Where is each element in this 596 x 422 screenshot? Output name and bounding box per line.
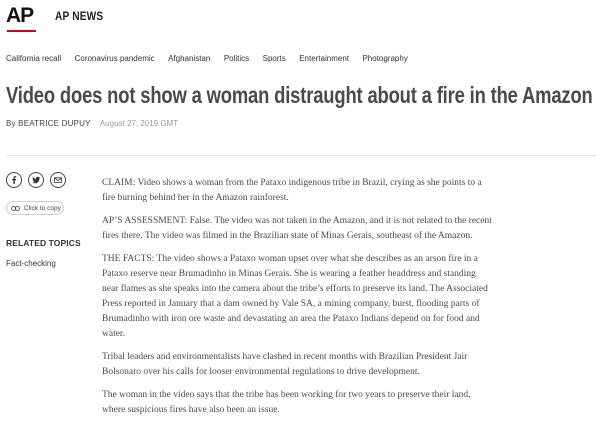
byline: By BEATRICE DUPUY August 27, 2019 GMT bbox=[6, 119, 178, 128]
publish-date: August 27, 2019 GMT bbox=[99, 119, 179, 128]
nav-item-politics[interactable]: Politics bbox=[224, 54, 249, 63]
nav-item-california-recall[interactable]: California recall bbox=[6, 54, 61, 63]
logo-accent-bar bbox=[7, 30, 36, 32]
top-nav: California recall Coronavirus pandemic A… bbox=[6, 48, 417, 63]
nav-item-coronavirus-pandemic[interactable]: Coronavirus pandemic bbox=[75, 54, 155, 63]
site-name[interactable]: AP NEWS bbox=[55, 11, 103, 23]
facebook-share-button[interactable] bbox=[6, 172, 22, 188]
site-header: AP AP NEWS bbox=[0, 0, 596, 42]
nav-item-entertainment[interactable]: Entertainment bbox=[299, 54, 349, 63]
facebook-icon bbox=[12, 176, 17, 184]
copy-link-button[interactable]: Click to copy bbox=[6, 201, 64, 215]
twitter-share-button[interactable] bbox=[28, 172, 44, 188]
paragraph-claim: CLAIM: Video shows a woman from the Pata… bbox=[102, 178, 482, 203]
related-topics-heading: RELATED TOPICS bbox=[6, 238, 81, 248]
link-icon bbox=[11, 205, 20, 211]
email-icon bbox=[54, 177, 62, 183]
nav-item-sports[interactable]: Sports bbox=[263, 54, 286, 63]
email-share-button[interactable] bbox=[50, 172, 66, 188]
article-body: CLAIM: Video shows a woman from the Pata… bbox=[102, 176, 494, 422]
article-title: Video does not show a woman distraught a… bbox=[6, 82, 593, 108]
ap-logo[interactable]: AP bbox=[6, 4, 34, 28]
paragraph-assessment: AP’S ASSESSMENT: False. The video was no… bbox=[102, 216, 492, 241]
paragraph-facts: THE FACTS: The video shows a Pataxo woma… bbox=[102, 254, 488, 339]
paragraph-tribal-leaders: Tribal leaders and environmentalists hav… bbox=[102, 352, 468, 377]
author-name[interactable]: By BEATRICE DUPUY bbox=[6, 119, 91, 128]
nav-item-afghanistan[interactable]: Afghanistan bbox=[168, 54, 210, 63]
header-divider bbox=[6, 155, 596, 156]
related-topic-fact-checking[interactable]: Fact-checking bbox=[6, 259, 56, 268]
copy-link-label: Click to copy bbox=[24, 204, 61, 212]
paragraph-woman-in-video: The woman in the video says that the tri… bbox=[102, 390, 471, 415]
nav-item-photography[interactable]: Photography bbox=[362, 54, 407, 63]
twitter-icon bbox=[32, 176, 40, 184]
